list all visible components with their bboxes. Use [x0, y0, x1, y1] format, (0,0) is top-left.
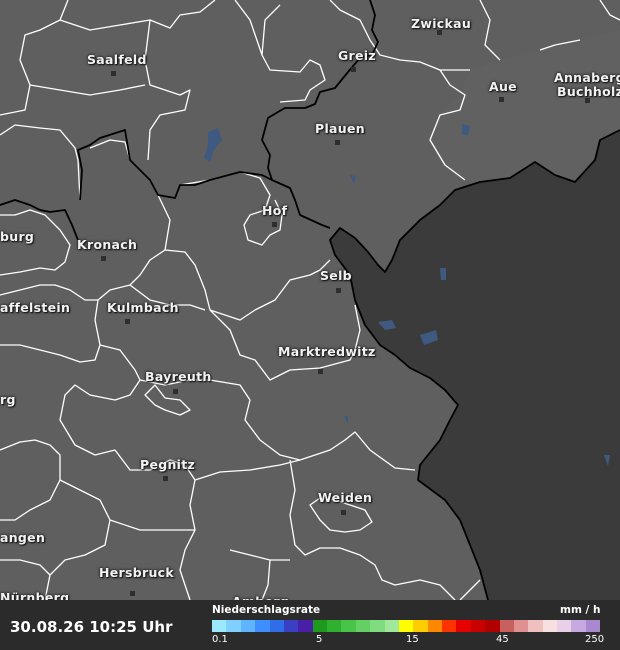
city-marker: [318, 369, 323, 374]
city-label-plauen: Plauen: [315, 121, 365, 136]
legend-swatch: [571, 620, 586, 632]
legend-swatch: [255, 620, 270, 632]
city-label-zwickau: Zwickau: [411, 16, 472, 31]
legend-swatch: [341, 620, 356, 632]
city-label-pegnitz: Pegnitz: [140, 457, 196, 472]
city-label-aue: Aue: [489, 79, 517, 94]
city-label-greiz: Greiz: [338, 48, 376, 63]
city-label-burg: burg: [0, 229, 35, 244]
city-label-weiden: Weiden: [318, 490, 373, 505]
city-label-kulmbach: Kulmbach: [107, 300, 179, 315]
legend-tick: 45: [496, 634, 509, 645]
legend-tick: 250: [585, 634, 605, 645]
city-marker: [272, 222, 277, 227]
timestamp: 30.08.26 10:25 Uhr: [10, 618, 173, 636]
city-marker: [351, 67, 356, 72]
city-marker: [336, 288, 341, 293]
city-label-buchholz: Buchholz: [557, 84, 620, 99]
legend-swatch: [226, 620, 241, 632]
map-canvas: [0, 0, 620, 650]
city-label-selb: Selb: [320, 268, 352, 283]
legend-swatch: [485, 620, 500, 632]
legend-swatch: [413, 620, 428, 632]
legend-swatch: [542, 620, 557, 632]
legend-swatch: [355, 620, 371, 632]
legend-swatch: [585, 620, 601, 632]
legend-tick: 15: [406, 634, 419, 645]
legend-swatch: [456, 620, 471, 632]
city-marker: [101, 256, 106, 261]
legend-title: Niederschlagsrate: [212, 604, 321, 616]
city-label-staffelstein: affelstein: [0, 300, 71, 315]
city-label-saalfeld: Saalfeld: [87, 52, 147, 67]
legend-swatch: [442, 620, 457, 632]
legend-swatch: [269, 620, 284, 632]
legend-tick: 0.1: [212, 634, 228, 645]
city-marker: [130, 591, 135, 596]
city-marker: [111, 71, 116, 76]
precipitation-color-scale: [212, 620, 601, 632]
city-label-hof: Hof: [262, 203, 288, 218]
legend-swatch: [298, 620, 313, 632]
legend-swatch: [528, 620, 543, 632]
legend-tick: 5: [316, 634, 323, 645]
legend-swatch: [370, 620, 385, 632]
city-marker: [173, 389, 178, 394]
legend-swatch: [327, 620, 342, 632]
weather-radar-map: Saalfeld Greiz Zwickau Aue Annaberg- Buc…: [0, 0, 620, 650]
city-label-rg: rg: [0, 392, 16, 407]
legend-swatch: [312, 620, 327, 632]
city-marker: [163, 476, 168, 481]
city-marker: [341, 510, 346, 515]
city-label-bayreuth: Bayreuth: [145, 369, 212, 384]
city-marker: [499, 97, 504, 102]
city-marker: [335, 140, 340, 145]
legend-swatch: [384, 620, 399, 632]
legend-swatch: [557, 620, 572, 632]
city-label-hersbruck: Hersbruck: [99, 565, 174, 580]
legend-swatch: [283, 620, 299, 632]
city-label-kronach: Kronach: [77, 237, 138, 252]
legend-swatch: [240, 620, 256, 632]
legend-swatch: [470, 620, 486, 632]
city-label-annaberg: Annaberg-: [554, 70, 620, 85]
legend-swatch: [212, 620, 227, 632]
legend-swatch: [427, 620, 442, 632]
city-marker: [125, 319, 130, 324]
legend-unit: mm / h: [560, 604, 601, 616]
legend-swatch: [513, 620, 529, 632]
legend-footer: 30.08.26 10:25 Uhr Niederschlagsrate mm …: [0, 600, 620, 650]
legend-swatch: [499, 620, 514, 632]
city-label-marktredwitz: Marktredwitz: [278, 344, 376, 359]
city-label-angen: angen: [0, 530, 46, 545]
legend-swatch: [398, 620, 414, 632]
